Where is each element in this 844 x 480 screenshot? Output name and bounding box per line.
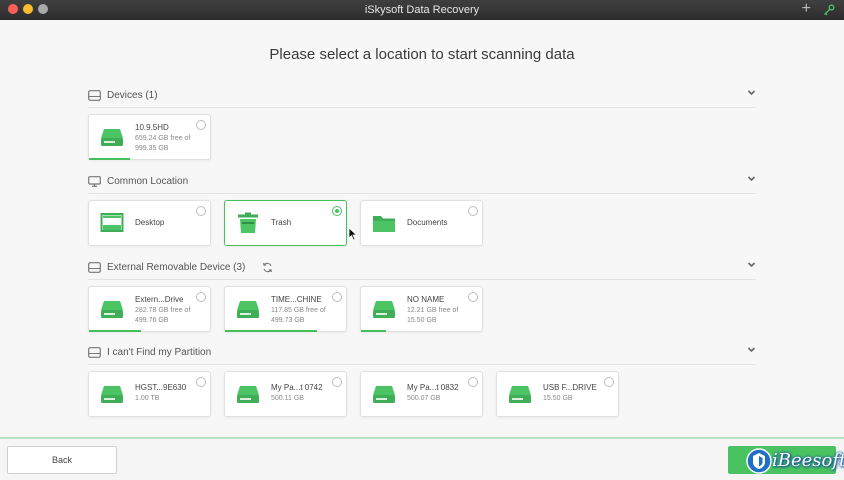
select-radio[interactable] <box>332 377 342 387</box>
device-name: Extern...Drive <box>135 295 184 304</box>
select-radio[interactable] <box>604 377 614 387</box>
partition-name: USB F...DRIVE <box>543 383 597 392</box>
footer-bar <box>0 439 844 480</box>
partition-size: 500.11 GB <box>271 395 304 402</box>
partition-name: My Pa...t 0742 <box>271 383 323 392</box>
select-radio[interactable] <box>196 377 206 387</box>
location-card-documents[interactable]: Documents <box>360 200 483 246</box>
select-radio[interactable] <box>468 377 478 387</box>
title-bar: iSkysoft Data Recovery + <box>0 0 844 20</box>
chevron-down-icon[interactable] <box>747 174 756 183</box>
device-name: TIME...CHINE <box>271 295 322 304</box>
window-title: iSkysoft Data Recovery <box>364 4 480 16</box>
external-device-card[interactable]: NO NAME 12.21 GB free of 15.50 GB <box>360 286 483 332</box>
section-title: Common Location <box>107 176 189 187</box>
section-lost-partition: I can't Find my Partition <box>88 345 756 365</box>
divider <box>88 279 756 280</box>
section-title: I can't Find my Partition <box>107 347 212 358</box>
desktop-icon <box>100 213 124 232</box>
page-heading: Please select a location to start scanni… <box>269 46 575 63</box>
usage-bar <box>361 330 387 332</box>
select-radio[interactable] <box>468 206 478 216</box>
device-card[interactable]: 10.9.5HD 659.24 GB free of 999.35 GB <box>88 114 211 160</box>
location-name: Trash <box>271 218 292 227</box>
external-device-card[interactable]: Extern...Drive 282.78 GB free of 499.76 … <box>88 286 211 332</box>
total-space: 15.50 GB <box>407 317 437 324</box>
drive-icon <box>101 129 123 146</box>
drive-icon <box>237 301 259 318</box>
partition-card[interactable]: HGST...9E630 1.00 TB <box>88 371 211 417</box>
section-title: External Removable Device (3) <box>107 262 246 273</box>
drive-icon <box>373 386 395 403</box>
device-name: NO NAME <box>407 295 445 304</box>
drive-icon <box>237 386 259 403</box>
select-radio[interactable] <box>332 292 342 302</box>
key-icon[interactable] <box>823 4 835 16</box>
ibeesoft-watermark: iBeesoft <box>744 446 844 476</box>
chevron-down-icon[interactable] <box>747 88 756 97</box>
drive-icon <box>88 90 101 101</box>
divider <box>88 107 756 108</box>
mouse-pointer-icon <box>348 227 358 241</box>
partition-size: 1.00 TB <box>135 395 160 402</box>
trash-icon <box>238 212 258 233</box>
external-device-card[interactable]: TIME...CHINE 117.85 GB free of 499.73 GB <box>224 286 347 332</box>
free-space: 659.24 GB free of <box>135 135 191 142</box>
back-button[interactable]: Back <box>7 446 117 474</box>
partition-size: 500.07 GB <box>407 395 441 402</box>
drive-icon <box>101 301 123 318</box>
total-space: 999.35 GB <box>135 145 169 152</box>
drive-icon <box>88 262 101 273</box>
divider <box>88 193 756 194</box>
partition-name: My Pa...t 0832 <box>407 383 459 392</box>
free-space: 282.78 GB free of <box>135 307 191 314</box>
usage-bar <box>89 330 142 332</box>
free-space: 12.21 GB free of <box>407 307 459 314</box>
location-name: Documents <box>407 218 448 227</box>
select-radio[interactable] <box>196 120 206 130</box>
location-card-desktop[interactable]: Desktop <box>88 200 211 246</box>
partition-card[interactable]: My Pa...t 0832 500.07 GB <box>360 371 483 417</box>
select-radio[interactable] <box>332 206 342 216</box>
refresh-icon[interactable] <box>262 262 273 273</box>
location-card-trash[interactable]: Trash <box>224 200 347 246</box>
device-name: 10.9.5HD <box>135 123 169 132</box>
select-radio[interactable] <box>196 206 206 216</box>
partition-card[interactable]: USB F...DRIVE 15.50 GB <box>496 371 619 417</box>
section-devices: Devices (1) <box>88 88 756 108</box>
total-space: 499.73 GB <box>271 317 305 324</box>
drive-icon <box>373 301 395 318</box>
chevron-down-icon[interactable] <box>747 345 756 354</box>
location-name: Desktop <box>135 218 165 227</box>
partition-card[interactable]: My Pa...t 0742 500.11 GB <box>224 371 347 417</box>
watermark-text: iBeesoft <box>772 450 844 471</box>
partition-size: 15.50 GB <box>543 395 573 402</box>
folder-icon <box>373 216 395 232</box>
bee-logo-icon <box>746 448 772 474</box>
select-radio[interactable] <box>196 292 206 302</box>
chevron-down-icon[interactable] <box>747 260 756 269</box>
partition-name: HGST...9E630 <box>135 383 187 392</box>
plus-icon[interactable]: + <box>802 1 811 17</box>
free-space: 117.85 GB free of <box>271 307 326 314</box>
section-title: Devices (1) <box>107 90 158 101</box>
drive-icon <box>88 347 101 358</box>
section-common-location: Common Location <box>88 174 756 194</box>
total-space: 499.76 GB <box>135 317 169 324</box>
divider <box>88 364 756 365</box>
usage-bar <box>89 158 131 160</box>
usage-bar <box>225 330 317 332</box>
drive-icon <box>101 386 123 403</box>
monitor-icon <box>88 176 101 187</box>
section-external-device: External Removable Device (3) <box>88 260 756 280</box>
select-radio[interactable] <box>468 292 478 302</box>
drive-icon <box>509 386 531 403</box>
